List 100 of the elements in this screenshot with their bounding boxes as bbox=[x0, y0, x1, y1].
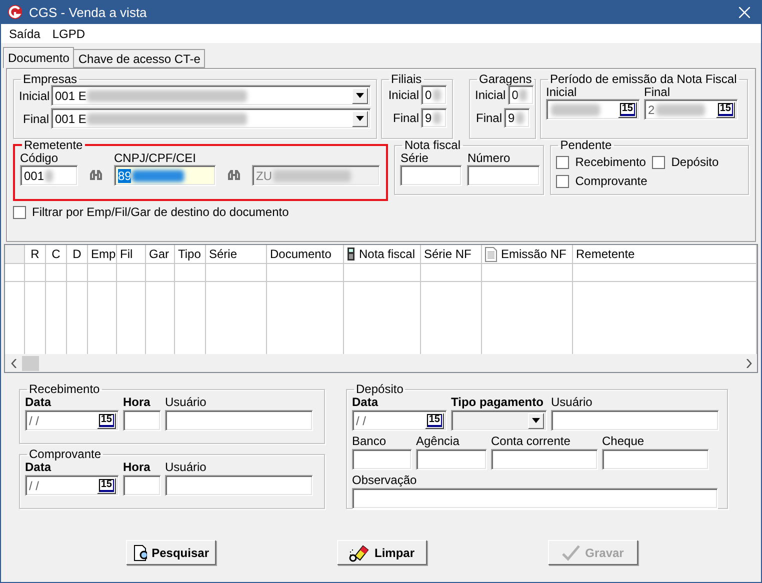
input-field[interactable] bbox=[602, 449, 709, 470]
group-title: Depósito bbox=[355, 383, 404, 395]
field-label: Usuário bbox=[165, 460, 208, 474]
table-cell bbox=[146, 264, 175, 282]
field-label: Final bbox=[644, 85, 672, 99]
checkbox[interactable]: Depósito bbox=[652, 155, 743, 169]
field-label: Final bbox=[22, 112, 49, 126]
tab[interactable]: Documento bbox=[3, 47, 74, 68]
column-header[interactable]: Emissão NF bbox=[482, 245, 573, 264]
field-label: Hora bbox=[123, 460, 152, 474]
column-header[interactable]: R bbox=[25, 245, 46, 264]
calendar-button[interactable]: 15 bbox=[96, 412, 116, 428]
close-icon bbox=[738, 6, 750, 18]
input-field[interactable]: 001 E bbox=[51, 108, 371, 129]
column-header[interactable]: Fil bbox=[117, 245, 146, 264]
blurred-text bbox=[519, 89, 528, 101]
input-field[interactable]: 001 bbox=[20, 165, 78, 186]
group-title: Remetente bbox=[23, 139, 84, 151]
column-header[interactable]: Gar bbox=[146, 245, 175, 264]
field-label: Inicial bbox=[475, 88, 506, 102]
blurred-text bbox=[45, 170, 54, 182]
date-field[interactable]: / / 15 bbox=[25, 410, 119, 431]
field-label: Observação bbox=[352, 473, 418, 487]
column-header[interactable]: Série NF bbox=[421, 245, 482, 264]
binoculars-icon[interactable] bbox=[90, 170, 102, 180]
date-field[interactable]: 15 bbox=[546, 99, 640, 120]
input-field[interactable]: 9 bbox=[504, 108, 530, 128]
group-title: Garagens bbox=[478, 73, 533, 85]
field-label: Código bbox=[20, 151, 60, 165]
field-label: Data bbox=[352, 395, 378, 409]
table-cell bbox=[421, 264, 482, 282]
document-icon bbox=[485, 246, 497, 262]
column-header[interactable]: Documento bbox=[267, 245, 344, 264]
input-field[interactable]: 001 E bbox=[51, 85, 371, 106]
column-header[interactable]: Emp bbox=[88, 245, 117, 264]
menu-item[interactable]: Saída bbox=[3, 26, 46, 40]
date-field[interactable]: 2 15 bbox=[644, 99, 738, 120]
input-field[interactable] bbox=[551, 410, 719, 431]
field-label: Inicial bbox=[387, 88, 419, 102]
field-label: Inicial bbox=[19, 88, 49, 102]
action-button[interactable]: Pesquisar bbox=[126, 540, 216, 565]
field-label: Hora bbox=[123, 395, 152, 409]
checkbox[interactable]: Filtrar por Emp/Fil/Gar de destino do documento bbox=[13, 205, 749, 219]
input-field[interactable]: 0 bbox=[421, 85, 447, 105]
calendar-button[interactable]: 15 bbox=[424, 412, 444, 428]
chevron-right-icon bbox=[746, 358, 752, 368]
field-label: Data bbox=[25, 460, 52, 474]
binoculars-icon[interactable] bbox=[228, 170, 240, 180]
table-cell bbox=[25, 264, 46, 282]
calendar-button[interactable]: 15 bbox=[618, 102, 637, 118]
input-field[interactable]: 0 bbox=[508, 85, 534, 105]
field-label: Final bbox=[475, 111, 502, 125]
checkbox[interactable]: Recebimento bbox=[556, 155, 652, 169]
group-title: Pendente bbox=[559, 139, 613, 151]
input-field[interactable]: 89 bbox=[114, 165, 216, 186]
column-header[interactable]: C bbox=[46, 245, 67, 264]
input-field[interactable] bbox=[352, 488, 718, 509]
input-field[interactable] bbox=[123, 410, 161, 431]
field-label: CNPJ/CPF/CEI bbox=[114, 151, 198, 165]
date-field[interactable]: / / 15 bbox=[25, 475, 119, 496]
column-header[interactable]: Tipo bbox=[175, 245, 206, 264]
group-title: Filiais bbox=[390, 73, 423, 85]
input-field[interactable] bbox=[165, 410, 313, 431]
date-field[interactable]: / / 15 bbox=[352, 410, 447, 431]
input-field[interactable] bbox=[165, 475, 313, 496]
checkmark-icon bbox=[562, 544, 580, 560]
blurred-text bbox=[432, 89, 441, 101]
column-header[interactable]: Remetente bbox=[573, 245, 757, 264]
menu-item[interactable]: LGPD bbox=[46, 26, 92, 40]
table-cell bbox=[67, 264, 88, 282]
table-cell bbox=[88, 264, 117, 282]
column-header[interactable]: Série bbox=[206, 245, 267, 264]
phone-icon bbox=[347, 247, 355, 261]
group-title: Recebimento bbox=[28, 383, 101, 395]
input-field[interactable] bbox=[123, 475, 161, 496]
column-header[interactable]: D bbox=[67, 245, 88, 264]
chevron-left-icon bbox=[10, 358, 16, 368]
input-field[interactable]: 9 bbox=[421, 108, 447, 128]
tab[interactable]: Chave de acesso CT-e bbox=[73, 49, 206, 68]
field-label: Tipo pagamento bbox=[451, 395, 544, 409]
field-label: Inicial bbox=[546, 85, 578, 99]
calendar-button[interactable]: 15 bbox=[716, 102, 735, 118]
blurred-text bbox=[132, 170, 184, 182]
input-field[interactable] bbox=[400, 165, 462, 186]
checkbox[interactable]: Comprovante bbox=[556, 174, 652, 188]
action-button[interactable]: Limpar bbox=[337, 540, 427, 565]
calendar-button[interactable]: 15 bbox=[96, 478, 116, 494]
input-field[interactable] bbox=[491, 449, 598, 470]
input-field[interactable] bbox=[467, 165, 540, 186]
group-title: Período de emissão da Nota Fiscal bbox=[549, 73, 738, 85]
field-label: Conta corrente bbox=[491, 434, 572, 448]
app-logo-icon bbox=[7, 4, 23, 20]
scroll-thumb[interactable] bbox=[22, 356, 39, 370]
table-cell bbox=[46, 264, 67, 282]
field-label: Agência bbox=[416, 434, 460, 448]
column-header[interactable]: Nota fiscal bbox=[344, 245, 421, 264]
field-label: Série bbox=[400, 151, 430, 165]
input-field[interactable] bbox=[416, 449, 487, 470]
table-cell bbox=[206, 264, 267, 282]
input-field[interactable] bbox=[352, 449, 412, 470]
